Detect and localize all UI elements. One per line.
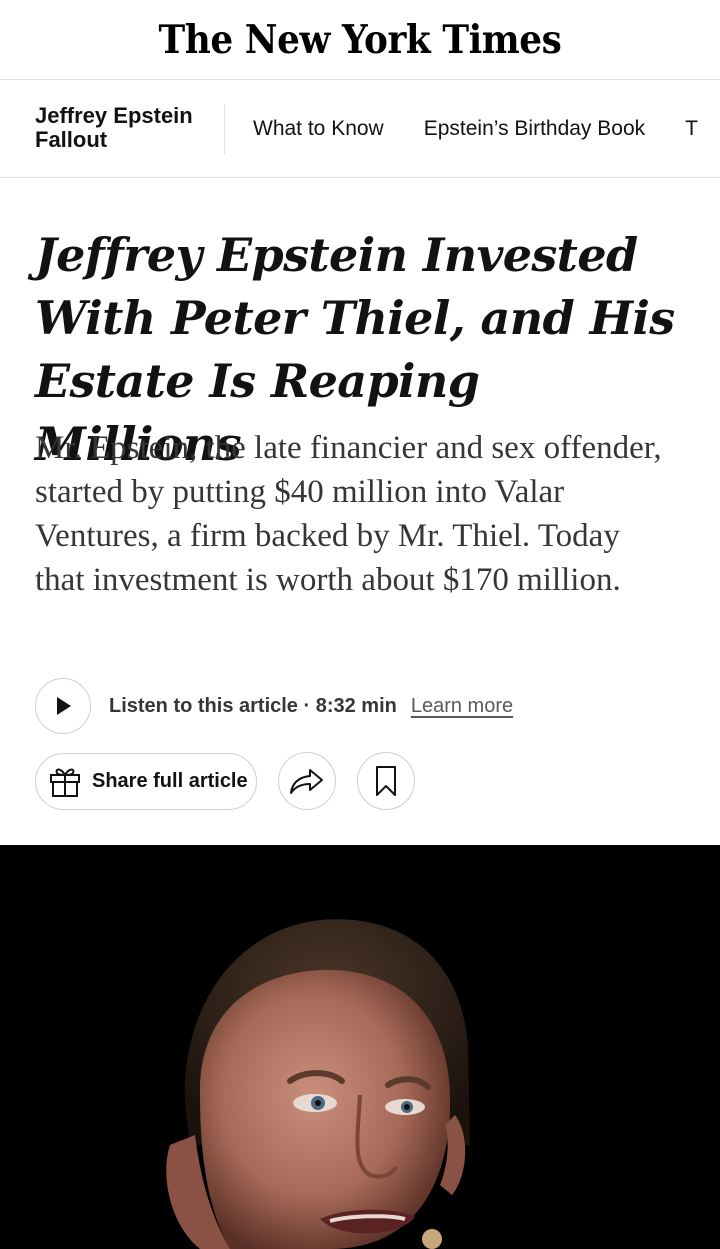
learn-more-link[interactable]: Learn more — [411, 695, 513, 718]
article-summary: Mr. Epstein, the late financier and sex … — [35, 430, 662, 598]
share-full-article-label: Share full article — [92, 769, 248, 792]
topic-link-next[interactable]: T — [685, 116, 698, 142]
share-full-article-button[interactable]: Share full article — [35, 752, 257, 810]
topic-link-birthday-book[interactable]: Epstein’s Birthday Book — [424, 116, 645, 142]
play-icon — [57, 697, 71, 715]
topic-link-what-to-know[interactable]: What to Know — [253, 116, 384, 142]
lead-photo[interactable] — [0, 845, 720, 1249]
share-button[interactable] — [278, 752, 336, 810]
topic-links: What to Know Epstein’s Birthday Book T — [253, 116, 698, 142]
masthead: The New York Times — [0, 0, 720, 80]
bookmark-icon — [376, 766, 396, 796]
nyt-logo[interactable]: The New York Times — [159, 17, 562, 63]
play-button[interactable] — [35, 678, 91, 734]
listen-label: Listen to this article · 8:32 min — [109, 694, 397, 717]
save-button[interactable] — [357, 752, 415, 810]
audio-player: Listen to this article · 8:32 min Learn … — [35, 678, 513, 734]
topic-title[interactable]: Jeffrey Epstein Fallout — [35, 104, 210, 152]
share-arrow-icon — [290, 769, 323, 794]
article-actions: Share full article — [35, 752, 415, 810]
topic-divider — [224, 104, 225, 154]
portrait-image — [0, 845, 720, 1249]
topic-bar: Jeffrey Epstein Fallout What to Know Eps… — [0, 80, 720, 178]
gift-icon — [50, 768, 80, 797]
